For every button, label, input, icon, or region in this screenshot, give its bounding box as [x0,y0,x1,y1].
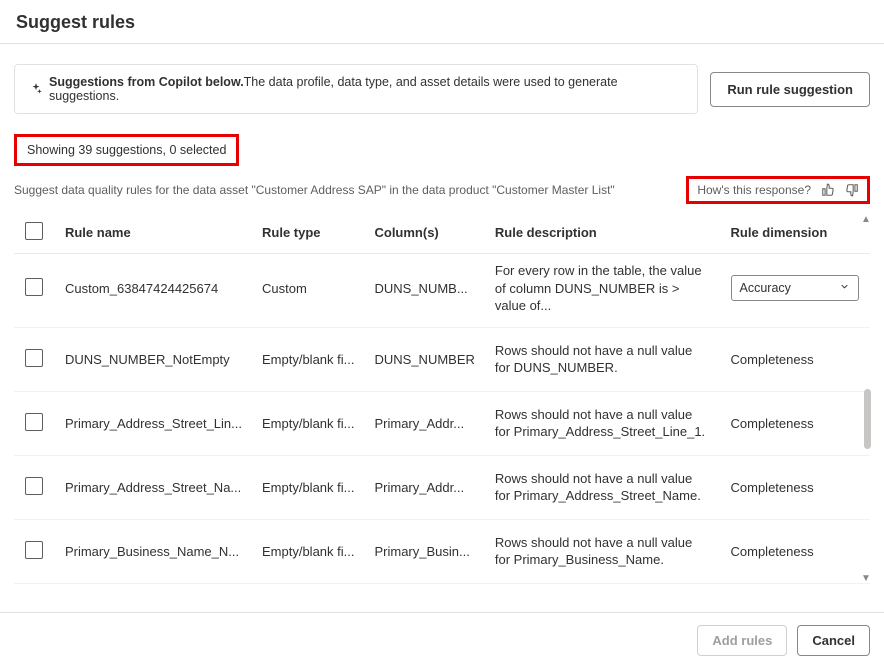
rule-type-cell: Empty/blank fi... [252,519,364,583]
rule-columns-cell: Primary_Addr... [364,455,484,519]
row-checkbox[interactable] [25,541,43,559]
table-row: Primary_Address_Street_Na...Empty/blank … [14,455,870,519]
feedback-panel: How's this response? [686,176,870,204]
rule-description-cell: Rows should not have a null value for DU… [485,327,721,391]
table-row: Primary_Business_Name_N...Empty/blank fi… [14,519,870,583]
rule-columns-cell: DUNS_NUMBER [364,327,484,391]
add-rules-button: Add rules [697,625,787,656]
col-header-columns[interactable]: Column(s) [364,214,484,254]
select-all-checkbox[interactable] [25,222,43,240]
rule-dimension-cell: Completeness [721,391,871,455]
feedback-label: How's this response? [697,183,811,197]
suggestions-table: Rule name Rule type Column(s) Rule descr… [14,214,870,584]
row-checkbox[interactable] [25,413,43,431]
thumbs-down-icon[interactable] [845,183,859,197]
table-row: Primary_Address_Street_Lin...Empty/blank… [14,391,870,455]
rule-description-cell: For every row in the table, the value of… [485,254,721,328]
scroll-up-icon[interactable]: ▲ [861,214,871,225]
rule-dimension-cell: Completeness [721,327,871,391]
divider [0,43,884,44]
page-title: Suggest rules [16,12,870,33]
rule-type-cell: Empty/blank fi... [252,327,364,391]
row-checkbox[interactable] [25,349,43,367]
rule-dimension-cell: Completeness [721,519,871,583]
copilot-banner-bold: Suggestions from Copilot below. [49,75,244,89]
rule-name-cell: Primary_Address_Street_Lin... [55,391,252,455]
col-header-dimension[interactable]: Rule dimension [721,214,871,254]
rule-type-cell: Empty/blank fi... [252,455,364,519]
selection-status: Showing 39 suggestions, 0 selected [14,134,239,166]
rule-prompt-text: Suggest data quality rules for the data … [14,183,615,197]
copilot-banner: Suggestions from Copilot below.The data … [14,64,698,114]
rule-name-cell: DUNS_NUMBER_NotEmpty [55,327,252,391]
chevron-down-icon [839,281,850,295]
col-header-type[interactable]: Rule type [252,214,364,254]
cancel-button[interactable]: Cancel [797,625,870,656]
scrollbar[interactable]: ▲ ▼ [860,214,872,584]
run-rule-suggestion-button[interactable]: Run rule suggestion [710,72,870,107]
rule-dimension-select[interactable]: Accuracy [731,275,859,301]
col-header-description[interactable]: Rule description [485,214,721,254]
rule-type-cell: Empty/blank fi... [252,391,364,455]
rule-name-cell: Primary_Business_Name_N... [55,519,252,583]
row-checkbox[interactable] [25,477,43,495]
sparkle-icon [29,82,43,96]
rule-dimension-cell: Completeness [721,455,871,519]
col-header-name[interactable]: Rule name [55,214,252,254]
rule-name-cell: Primary_Address_Street_Na... [55,455,252,519]
row-checkbox[interactable] [25,278,43,296]
rule-columns-cell: Primary_Addr... [364,391,484,455]
table-row: DUNS_NUMBER_NotEmptyEmpty/blank fi...DUN… [14,327,870,391]
scroll-thumb[interactable] [864,389,871,449]
rule-description-cell: Rows should not have a null value for Pr… [485,455,721,519]
rule-columns-cell: Primary_Busin... [364,519,484,583]
rule-description-cell: Rows should not have a null value for Pr… [485,391,721,455]
rule-description-cell: Rows should not have a null value for Pr… [485,519,721,583]
thumbs-up-icon[interactable] [821,183,835,197]
rule-type-cell: Custom [252,254,364,328]
scroll-down-icon[interactable]: ▼ [861,573,871,584]
rule-columns-cell: DUNS_NUMB... [364,254,484,328]
rule-name-cell: Custom_63847424425674 [55,254,252,328]
table-row: Custom_63847424425674CustomDUNS_NUMB...F… [14,254,870,328]
